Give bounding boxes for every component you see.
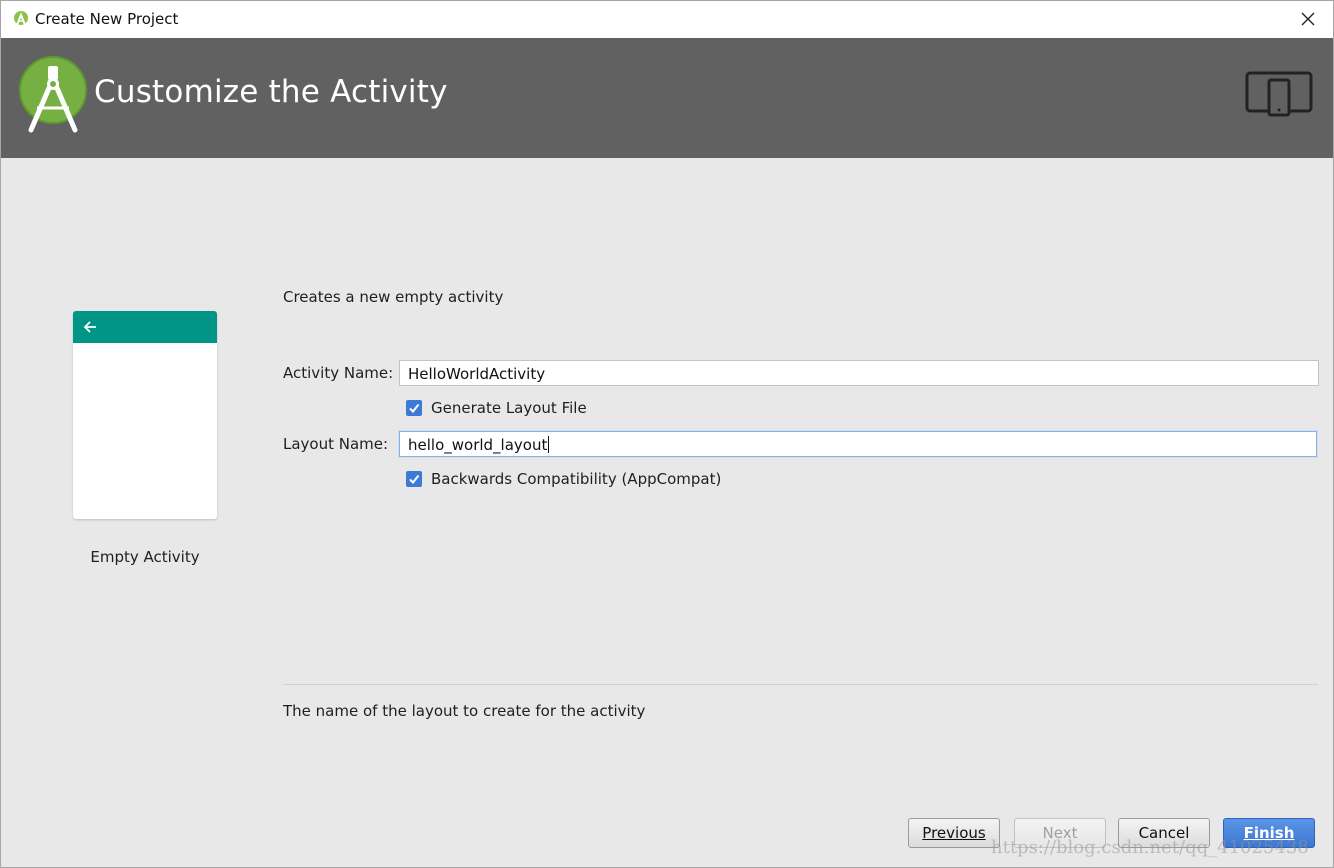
activity-name-value: HelloWorldActivity xyxy=(408,365,546,383)
previous-button-label: Previous xyxy=(922,824,986,842)
title-bar: Create New Project xyxy=(1,1,1333,38)
page-title: Customize the Activity xyxy=(94,74,448,110)
backwards-compat-label: Backwards Compatibility (AppCompat) xyxy=(431,470,722,488)
watermark: https://blog.csdn.net/qq_41025438 xyxy=(991,837,1309,858)
layout-name-value: hello_world_layout xyxy=(408,436,548,454)
backwards-compat-checkbox[interactable] xyxy=(406,471,422,487)
create-project-dialog: Create New Project Customize the Activit… xyxy=(0,0,1334,868)
generate-layout-label: Generate Layout File xyxy=(431,399,587,417)
checkmark-icon xyxy=(409,403,420,414)
window-title: Create New Project xyxy=(35,10,179,28)
activity-name-label: Activity Name: xyxy=(283,364,394,382)
divider xyxy=(283,684,1318,685)
text-caret xyxy=(548,436,550,453)
close-icon[interactable] xyxy=(1295,6,1321,32)
wizard-header: Customize the Activity xyxy=(1,38,1333,158)
preview-app-bar xyxy=(73,311,217,343)
generate-layout-checkbox[interactable] xyxy=(406,400,422,416)
checkmark-icon xyxy=(409,474,420,485)
generate-layout-option[interactable]: Generate Layout File xyxy=(406,399,587,417)
field-hint: The name of the layout to create for the… xyxy=(283,702,646,720)
activity-name-field[interactable]: HelloWorldActivity xyxy=(399,360,1319,386)
android-studio-icon xyxy=(14,11,28,26)
template-description: Creates a new empty activity xyxy=(283,288,504,306)
layout-name-label: Layout Name: xyxy=(283,435,389,453)
activity-preview-card xyxy=(73,311,217,519)
previous-button[interactable]: Previous xyxy=(908,818,1000,848)
back-arrow-icon xyxy=(83,321,96,333)
tablet-phone-icon xyxy=(1245,71,1313,117)
backwards-compat-option[interactable]: Backwards Compatibility (AppCompat) xyxy=(406,470,721,488)
template-caption: Empty Activity xyxy=(90,548,200,566)
android-studio-logo xyxy=(19,56,87,133)
layout-name-field[interactable]: hello_world_layout xyxy=(399,431,1317,457)
